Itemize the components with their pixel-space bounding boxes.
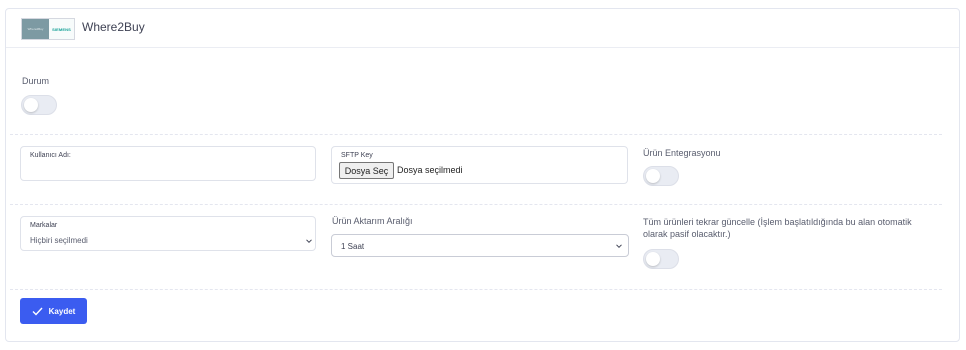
product-integration-label: Ürün Entegrasyonu bbox=[643, 148, 721, 158]
transfer-interval-label: Ürün Aktarım Aralığı bbox=[332, 216, 413, 226]
brands-select[interactable]: Markalar Hiçbiri seçilmedi bbox=[20, 216, 316, 251]
card-header: Where2Buy SIEMENS Where2Buy bbox=[6, 9, 959, 48]
divider bbox=[10, 204, 942, 205]
status-label: Durum bbox=[22, 76, 50, 86]
brand-logo: Where2Buy SIEMENS bbox=[21, 18, 75, 40]
sftp-key-field: SFTP Key Dosya Seç Dosya seçilmedi bbox=[331, 146, 628, 184]
brands-value: Hiçbiri seçilmedi bbox=[30, 236, 88, 245]
toggle-knob bbox=[646, 169, 660, 183]
update-all-toggle[interactable] bbox=[643, 249, 679, 269]
divider bbox=[10, 289, 942, 290]
product-integration-toggle[interactable] bbox=[643, 166, 679, 186]
username-field[interactable]: Kullanıcı Adı: bbox=[20, 146, 316, 181]
toggle-knob bbox=[24, 98, 38, 112]
status-toggle[interactable] bbox=[21, 95, 57, 115]
file-status-text: Dosya seçilmedi bbox=[397, 165, 463, 175]
sftp-key-label: SFTP Key bbox=[341, 152, 373, 159]
transfer-interval-value: 1 Saat bbox=[341, 242, 365, 251]
update-all-label: Tüm ürünleri tekrar güncelle (İşlem başl… bbox=[643, 217, 912, 239]
toggle-knob bbox=[646, 252, 660, 266]
chevron-down-icon bbox=[616, 244, 622, 249]
save-label: Kaydet bbox=[48, 306, 76, 316]
page-title: Where2Buy bbox=[82, 20, 145, 34]
transfer-interval-select[interactable]: 1 Saat bbox=[331, 234, 629, 257]
choose-file-button[interactable]: Dosya Seç bbox=[339, 162, 394, 179]
brands-label: Markalar bbox=[30, 222, 58, 229]
chevron-down-icon bbox=[306, 239, 312, 244]
save-button[interactable]: Kaydet bbox=[20, 298, 87, 324]
username-label: Kullanıcı Adı: bbox=[30, 152, 71, 159]
divider bbox=[10, 134, 942, 135]
check-icon bbox=[32, 307, 43, 316]
